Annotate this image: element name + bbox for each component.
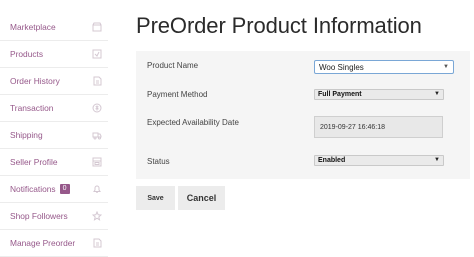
page-title: PreOrder Product Information: [136, 13, 422, 38]
sidebar-item-products[interactable]: Products: [0, 41, 108, 68]
sidebar-item-shipping[interactable]: Shipping: [0, 122, 108, 149]
sidebar-item-label: Seller Profile: [10, 157, 58, 167]
status-select[interactable]: Enabled ▼: [314, 155, 444, 166]
dollar-icon: [92, 103, 102, 113]
save-button[interactable]: Save: [136, 186, 175, 210]
sidebar-item-label: Order History: [10, 76, 60, 86]
document-icon: [92, 238, 102, 248]
sidebar-item-seller-profile[interactable]: Seller Profile: [0, 149, 108, 176]
truck-icon: [92, 130, 102, 140]
sidebar-item-label: Shipping: [10, 130, 43, 140]
sidebar-item-manage-preorder[interactable]: Manage Preorder: [0, 230, 108, 257]
notification-count-badge: 0: [59, 184, 70, 194]
payment-method-value: Full Payment: [318, 91, 362, 98]
bell-icon: [92, 184, 102, 194]
sidebar-item-label: Transaction: [10, 103, 54, 113]
sidebar-item-label: Manage Preorder: [10, 238, 76, 248]
sidebar-item-label: Notifications: [10, 184, 56, 194]
product-name-label: Product Name: [147, 61, 199, 70]
star-icon: [92, 211, 102, 221]
box-icon: [92, 49, 102, 59]
sidebar-item-transaction[interactable]: Transaction: [0, 95, 108, 122]
document-icon: [92, 76, 102, 86]
sidebar-item-order-history[interactable]: Order History: [0, 68, 108, 95]
product-name-select[interactable]: Woo Singles ▼: [314, 60, 454, 74]
product-name-value: Woo Singles: [319, 63, 364, 72]
chevron-down-icon: ▼: [434, 157, 440, 163]
profile-card-icon: [92, 157, 102, 167]
sidebar-item-notifications[interactable]: Notifications 0: [0, 176, 108, 203]
sidebar-item-marketplace[interactable]: Marketplace: [0, 14, 108, 41]
sidebar-item-label: Shop Followers: [10, 211, 68, 221]
availability-date-input[interactable]: 2019-09-27 16:46:18: [314, 116, 443, 138]
store-icon: [92, 22, 102, 32]
payment-method-label: Payment Method: [147, 90, 208, 99]
sidebar-nav: Marketplace Products Order History Trans…: [0, 14, 108, 257]
preorder-form: Product Name Woo Singles ▼ Payment Metho…: [136, 51, 470, 179]
sidebar-item-label: Marketplace: [10, 22, 56, 32]
sidebar-item-label: Products: [10, 49, 44, 59]
payment-method-select[interactable]: Full Payment ▼: [314, 89, 444, 100]
chevron-down-icon: ▼: [443, 64, 449, 70]
sidebar-item-shop-followers[interactable]: Shop Followers: [0, 203, 108, 230]
availability-date-label: Expected Availability Date: [147, 118, 239, 127]
status-label: Status: [147, 157, 170, 166]
cancel-button[interactable]: Cancel: [178, 186, 225, 210]
status-value: Enabled: [318, 157, 346, 164]
chevron-down-icon: ▼: [434, 91, 440, 97]
